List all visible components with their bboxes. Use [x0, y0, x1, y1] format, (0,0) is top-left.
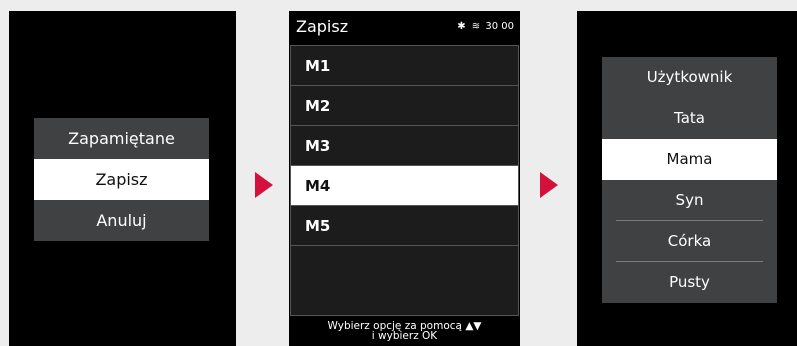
screen-2: Zapisz ✱ ≋ 30 00 M1 M2 M3 M4 M5 Wybierz …: [289, 11, 520, 346]
user-item-label: Mama: [666, 150, 713, 168]
menu-heading-user: Użytkownik: [646, 68, 733, 86]
user-item-label: Tata: [674, 109, 705, 127]
status-bar: ✱ ≋ 30 00: [457, 21, 514, 32]
menu-item-saved[interactable]: Zapamiętane: [34, 118, 209, 159]
user-item-corka[interactable]: Córka: [602, 221, 777, 262]
up-down-arrows-icon: ▲▼: [465, 320, 482, 332]
memory-slot-list: M1 M2 M3 M4 M5: [290, 45, 519, 316]
user-item-mama[interactable]: Mama: [602, 139, 777, 180]
memory-menu: Zapamiętane Zapisz Anuluj: [34, 118, 209, 241]
heat-icon: ≋: [471, 21, 481, 32]
timer-value: 30 00: [485, 21, 514, 32]
user-item-pusty[interactable]: Pusty: [602, 262, 777, 303]
memory-slot-m1[interactable]: M1: [291, 46, 518, 86]
memory-slot-m3[interactable]: M3: [291, 126, 518, 166]
memory-slot-m4[interactable]: M4: [291, 166, 518, 206]
screen-3: Użytkownik Tata Mama Syn Córka Pusty: [577, 11, 797, 346]
user-menu: Użytkownik Tata Mama Syn Córka Pusty: [602, 57, 777, 303]
user-item-label: Pusty: [669, 273, 710, 291]
footer-hint: Wybierz opcję za pomocą ▲▼ i wybierz OK: [289, 320, 520, 342]
next-step-arrow-icon: [255, 172, 273, 198]
user-item-label: Syn: [675, 191, 704, 209]
footer-hint-line2: i wybierz OK: [371, 330, 438, 342]
user-item-label: Córka: [667, 232, 712, 250]
screen-title: Zapisz: [296, 17, 349, 36]
menu-item-save[interactable]: Zapisz: [34, 159, 209, 200]
screen-header: Zapisz ✱ ≋ 30 00: [289, 11, 520, 45]
empty-list-area: [291, 246, 518, 315]
menu-item-cancel[interactable]: Anuluj: [34, 200, 209, 241]
memory-slot-m2[interactable]: M2: [291, 86, 518, 126]
memory-slot-m5[interactable]: M5: [291, 206, 518, 246]
screen-1: Zapamiętane Zapisz Anuluj: [9, 11, 236, 346]
user-item-tata[interactable]: Tata: [602, 98, 777, 139]
next-step-arrow-icon: [540, 172, 558, 198]
user-item-syn[interactable]: Syn: [602, 180, 777, 221]
bluetooth-icon: ✱: [457, 21, 466, 32]
